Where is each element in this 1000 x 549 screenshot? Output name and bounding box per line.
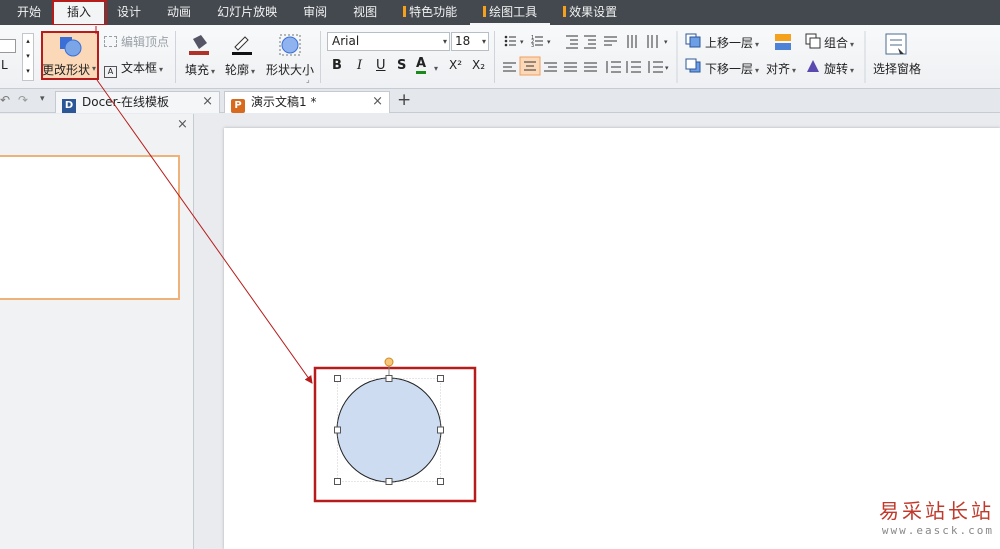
watermark-url: www.easck.com bbox=[881, 524, 994, 537]
resize-handle-ne bbox=[437, 375, 444, 382]
annotation-arrow bbox=[96, 79, 313, 384]
resize-handle-w bbox=[334, 426, 341, 434]
resize-handle-e bbox=[437, 426, 444, 434]
annotation-layer bbox=[95, 26, 477, 503]
resize-handle-nw bbox=[334, 375, 341, 382]
watermark: 易采站长站 www.easck.com bbox=[879, 495, 994, 537]
watermark-title: 易采站长站 bbox=[879, 499, 994, 523]
resize-handle-s bbox=[385, 478, 393, 485]
resize-handle-se bbox=[437, 478, 444, 485]
resize-handle-sw bbox=[334, 478, 341, 485]
rotation-handle[interactable] bbox=[384, 357, 394, 367]
resize-handle-n bbox=[385, 375, 393, 382]
circle-shape[interactable] bbox=[336, 377, 442, 483]
